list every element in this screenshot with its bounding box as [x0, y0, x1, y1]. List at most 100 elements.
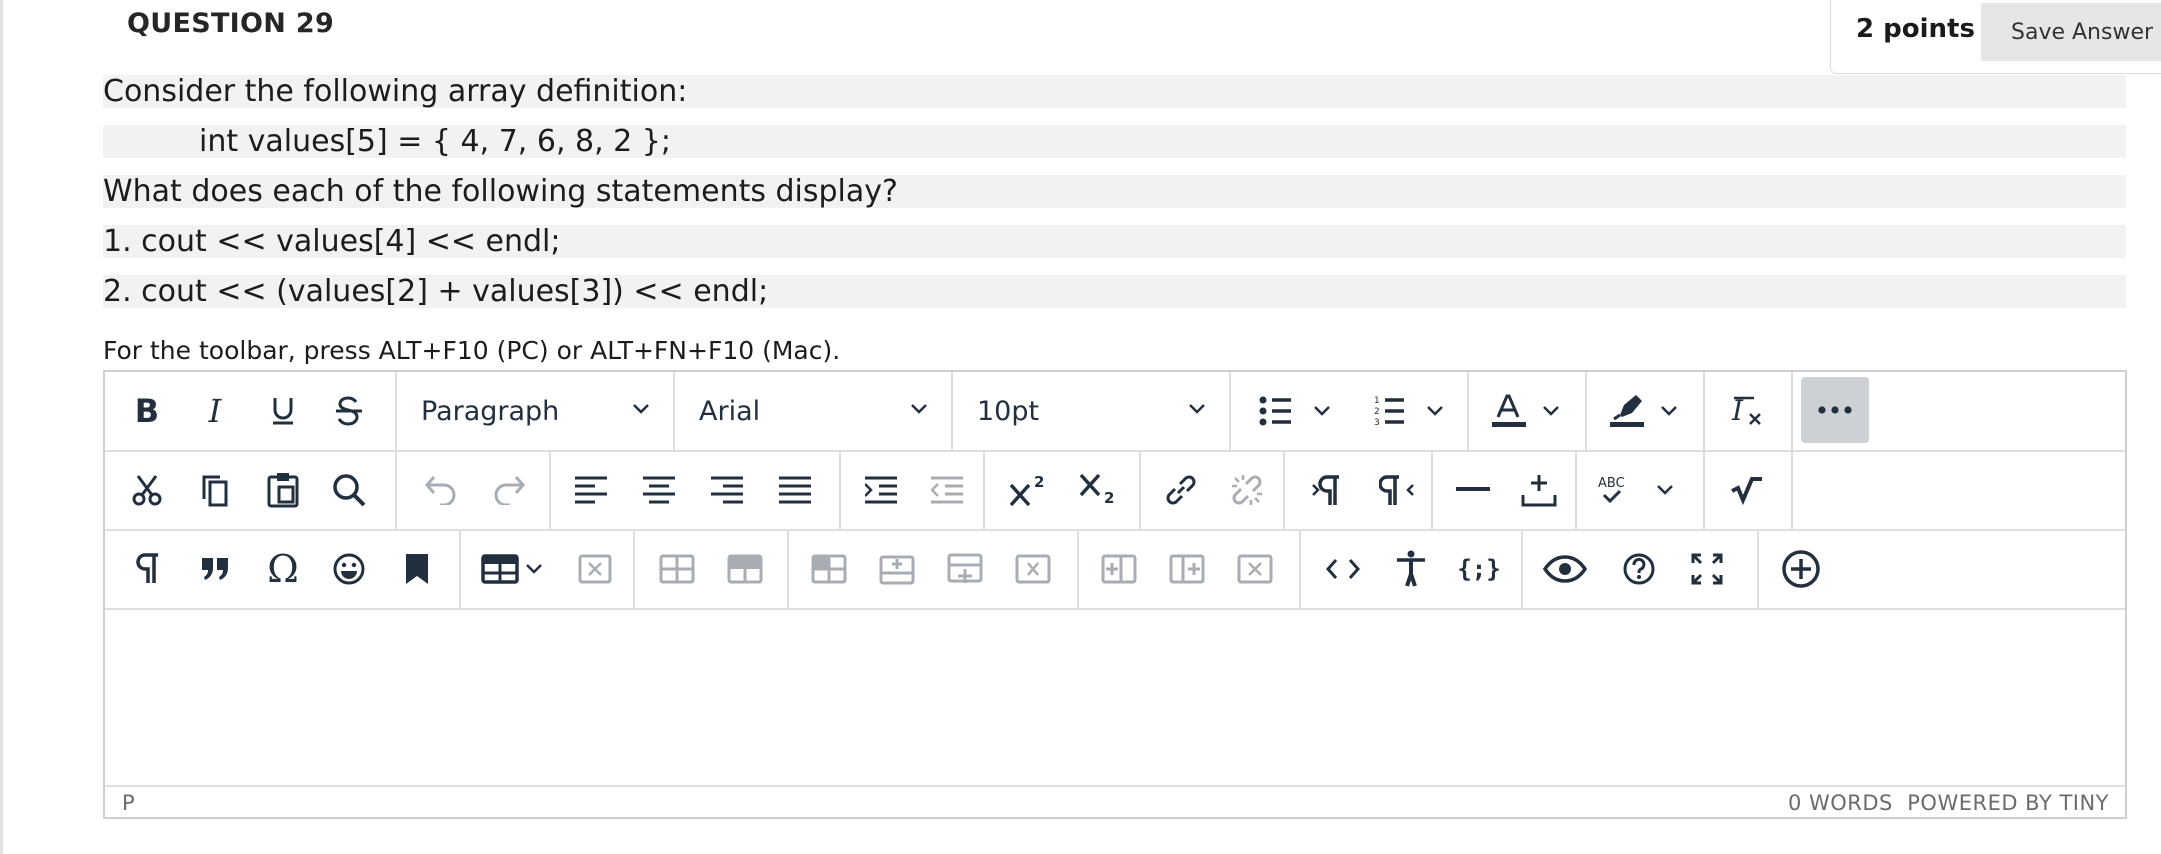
- delete-table-icon[interactable]: [565, 538, 625, 600]
- statement-text: 2. cout << (values[2] + values[3]) << en…: [103, 274, 769, 309]
- list-group: 1 2 3: [1231, 372, 1469, 450]
- spellcheck-icon: ABC: [1598, 476, 1673, 504]
- question-line-2: int values[5] = { 4, 7, 6, 8, 2 };: [103, 125, 2126, 158]
- code-text: int values[5] = { 4, 7, 6, 8, 2 };: [199, 124, 672, 159]
- clipboard-group: [105, 451, 397, 529]
- more-toolbar-button[interactable]: [1801, 377, 1869, 443]
- more-icon: [1818, 406, 1852, 414]
- font-family-value: Arial: [699, 395, 761, 427]
- table-row-icon[interactable]: [647, 538, 707, 600]
- justify-icon[interactable]: [765, 459, 825, 521]
- table-button[interactable]: [475, 538, 557, 600]
- special-char-icon[interactable]: Ω: [253, 538, 313, 600]
- insert-col-after-icon[interactable]: [1157, 538, 1217, 600]
- math-group: [1705, 451, 1793, 529]
- insert-anchor-icon[interactable]: [1509, 459, 1569, 521]
- paragraph-mark-icon[interactable]: [117, 538, 177, 600]
- emoji-icon[interactable]: [319, 538, 379, 600]
- chevron-down-icon: [911, 404, 927, 414]
- indent-icon[interactable]: [851, 459, 911, 521]
- word-count[interactable]: 0 WORDS: [1788, 791, 1893, 815]
- help-icon[interactable]: [1609, 538, 1669, 600]
- delete-row-icon[interactable]: [1003, 538, 1063, 600]
- toolbar-row-1: B I Paragraph Arial 10pt 1 2 3 I: [105, 372, 2125, 452]
- indent-group: [841, 451, 985, 529]
- table-group: [461, 530, 635, 608]
- code-group: {;}: [1301, 530, 1523, 608]
- table-cell-icon[interactable]: [715, 538, 775, 600]
- link-icon[interactable]: [1151, 459, 1211, 521]
- block-format-value: Paragraph: [421, 395, 560, 427]
- text-color-group: [1469, 372, 1587, 450]
- svg-text:2: 2: [1034, 473, 1044, 491]
- clear-formatting-icon[interactable]: I: [1717, 380, 1777, 442]
- accessibility-icon[interactable]: [1381, 538, 1441, 600]
- font-family-select[interactable]: Arial: [675, 372, 953, 450]
- insert-misc-group: Ω: [105, 530, 461, 608]
- align-left-icon[interactable]: [561, 459, 621, 521]
- powered-by-link[interactable]: POWERED BY TINY: [1907, 791, 2109, 815]
- alignment-group: [551, 451, 841, 529]
- cut-icon[interactable]: [117, 459, 177, 521]
- rtl-icon[interactable]: [1367, 459, 1427, 521]
- ltr-icon[interactable]: [1299, 459, 1359, 521]
- copy-icon[interactable]: [185, 459, 245, 521]
- bullet-list-button[interactable]: [1251, 380, 1347, 442]
- outdent-icon[interactable]: [917, 459, 977, 521]
- source-code-icon[interactable]: [1313, 538, 1373, 600]
- add-content-icon[interactable]: [1771, 538, 1831, 600]
- bold-icon[interactable]: B: [117, 380, 177, 442]
- table-icon: [481, 554, 542, 584]
- question-line-4: 1. cout << values[4] << endl;: [103, 225, 2126, 258]
- redo-icon[interactable]: [479, 459, 539, 521]
- editor-statusbar: P 0 WORDS POWERED BY TINY: [105, 785, 2125, 821]
- text-color-button[interactable]: [1485, 380, 1575, 442]
- font-size-select[interactable]: 10pt: [953, 372, 1231, 450]
- table-cols-group: [1079, 530, 1301, 608]
- strikethrough-icon[interactable]: [319, 380, 379, 442]
- underline-icon[interactable]: [253, 380, 313, 442]
- add-content-group: [1759, 530, 1849, 608]
- italic-icon[interactable]: I: [185, 380, 245, 442]
- rich-text-editor: B I Paragraph Arial 10pt 1 2 3 I 2 2 ABC…: [103, 370, 2127, 819]
- editor-content-area[interactable]: [105, 609, 2125, 787]
- spellcheck-button[interactable]: ABC: [1591, 459, 1691, 521]
- numbered-list-button[interactable]: 1 2 3: [1366, 380, 1462, 442]
- superscript-icon[interactable]: 2: [999, 459, 1059, 521]
- direction-group: [1285, 451, 1433, 529]
- template-icon[interactable]: {;}: [1449, 538, 1509, 600]
- table-merge-icon[interactable]: [799, 538, 859, 600]
- undo-icon[interactable]: [411, 459, 471, 521]
- delete-col-icon[interactable]: [1225, 538, 1285, 600]
- blockquote-icon[interactable]: [185, 538, 245, 600]
- points-label: 2 points: [1856, 14, 1975, 44]
- math-icon[interactable]: [1717, 459, 1777, 521]
- paste-icon[interactable]: [253, 459, 313, 521]
- align-center-icon[interactable]: [629, 459, 689, 521]
- save-answer-button[interactable]: Save Answer: [1981, 3, 2161, 61]
- page-left-border: [0, 0, 3, 854]
- question-line-5: 2. cout << (values[2] + values[3]) << en…: [103, 275, 2126, 308]
- insert-row-before-icon[interactable]: [867, 538, 927, 600]
- spellcheck-group: ABC: [1577, 451, 1705, 529]
- bullet-list-icon: [1259, 396, 1330, 426]
- highlight-group: [1587, 372, 1705, 450]
- unlink-icon[interactable]: [1217, 459, 1277, 521]
- statement-text: 1. cout << values[4] << endl;: [103, 224, 561, 259]
- bookmark-icon[interactable]: [387, 538, 447, 600]
- script-group: 2 2: [985, 451, 1141, 529]
- insert-col-before-icon[interactable]: [1089, 538, 1149, 600]
- element-path[interactable]: P: [122, 791, 135, 815]
- fullscreen-icon[interactable]: [1677, 538, 1737, 600]
- block-format-select[interactable]: Paragraph: [397, 372, 675, 450]
- insert-row-after-icon[interactable]: [935, 538, 995, 600]
- format-group: B I: [105, 372, 397, 450]
- horizontal-rule-icon[interactable]: [1443, 459, 1503, 521]
- svg-text:1: 1: [1374, 396, 1380, 406]
- subscript-icon[interactable]: 2: [1069, 459, 1129, 521]
- highlight-color-button[interactable]: [1603, 380, 1693, 442]
- preview-icon[interactable]: [1535, 538, 1595, 600]
- align-right-icon[interactable]: [697, 459, 757, 521]
- font-size-value: 10pt: [977, 395, 1040, 427]
- find-icon[interactable]: [319, 459, 379, 521]
